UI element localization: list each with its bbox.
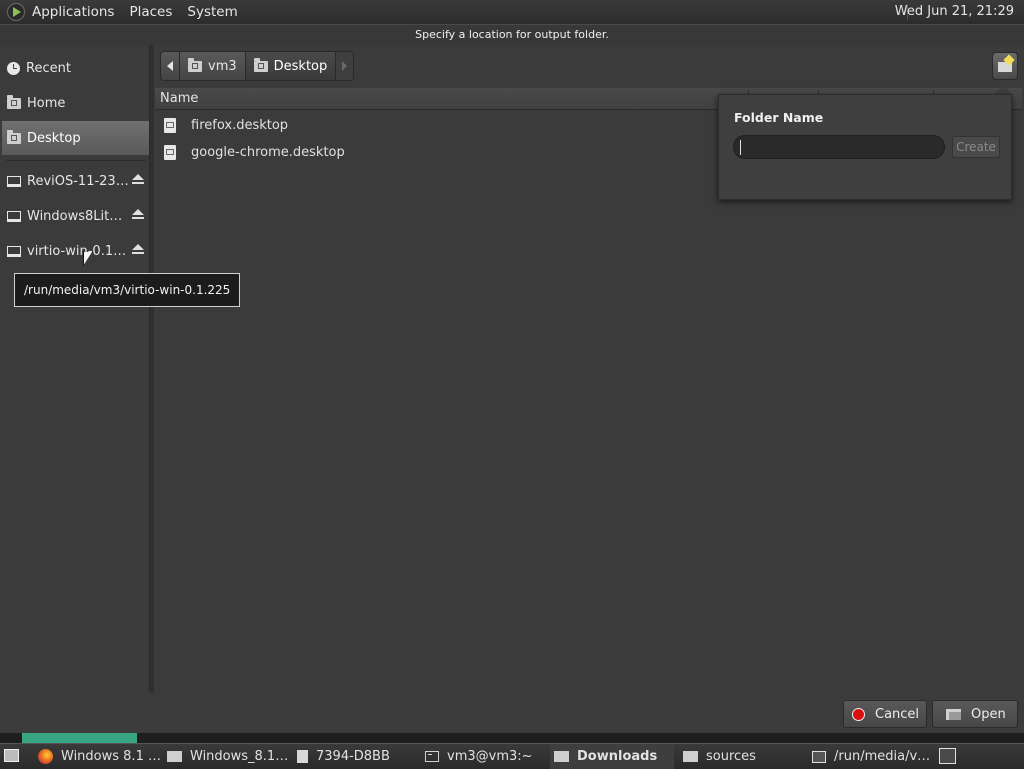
taskbar-item-sources[interactable]: sources [683, 744, 803, 769]
app-window-icon [812, 750, 826, 763]
sidebar-item-label: Recent [26, 60, 71, 76]
taskbar-item-label: vm3@vm3:~ [447, 749, 533, 764]
sidebar-item-label: Windows8Lit… [27, 208, 123, 224]
taskbar-item-downloads[interactable]: Downloads [550, 744, 674, 769]
drive-icon [7, 175, 21, 187]
taskbar: Windows 8.1 … Windows_8.1… 7394-D8BB vm3… [0, 743, 1024, 769]
taskbar-item-7394-d8bb[interactable]: 7394-D8BB [297, 744, 417, 769]
open-button[interactable]: Open [932, 700, 1018, 728]
cancel-button[interactable]: Cancel [843, 700, 927, 728]
taskbar-item-label: Downloads [577, 749, 658, 764]
taskbar-item-run-media[interactable]: /run/media/v… [812, 744, 934, 769]
taskbar-item-terminal[interactable]: vm3@vm3:~ [425, 744, 545, 769]
desktop-strip [0, 733, 1024, 743]
column-header-name[interactable]: Name [160, 91, 198, 106]
folder-icon [683, 751, 698, 762]
desktop-file-icon [164, 117, 176, 133]
clock[interactable]: Wed Jun 21, 21:29 [895, 4, 1014, 19]
list-item[interactable]: firefox.desktop [155, 112, 755, 138]
open-folder-icon [946, 708, 961, 720]
places-sidebar: Recent Home Desktop ReviOS-11-23… Window… [2, 45, 150, 692]
path-segment-vm3[interactable]: vm3 [179, 51, 245, 81]
desktop-file-icon [164, 144, 176, 160]
eject-icon[interactable] [132, 244, 144, 256]
sidebar-item-desktop[interactable]: Desktop [2, 121, 149, 155]
cancel-label: Cancel [875, 706, 920, 722]
eject-icon[interactable] [132, 209, 144, 221]
sidebar-item-windows8lite[interactable]: Windows8Lit… [2, 199, 149, 233]
dialog-title: Specify a location for output folder. [0, 24, 1024, 45]
sidebar-item-recent[interactable]: Recent [2, 51, 149, 85]
sidebar-item-virtio-win[interactable]: virtio-win-0.1… [2, 234, 149, 268]
arrow-left-icon [167, 61, 173, 71]
applications-logo-icon[interactable] [7, 3, 25, 21]
desktop-folder-icon [253, 57, 268, 72]
desktop-folder-icon [7, 129, 21, 144]
sidebar-separator [6, 160, 146, 161]
folder-icon [297, 750, 308, 763]
taskbar-item-windows81-firefox[interactable]: Windows 8.1 … [38, 744, 160, 769]
folder-icon [554, 751, 569, 762]
sidebar-item-label: Desktop [27, 130, 81, 146]
open-label: Open [971, 706, 1006, 722]
folder-icon [167, 751, 182, 762]
taskbar-item-label: sources [706, 749, 756, 764]
text-caret [740, 140, 741, 155]
menu-places[interactable]: Places [129, 4, 172, 20]
new-folder-popover: Folder Name Create [718, 94, 1012, 200]
drive-icon [7, 245, 21, 257]
create-button[interactable]: Create [952, 136, 1000, 158]
recent-clock-icon [7, 61, 20, 75]
arrow-right-icon [342, 61, 348, 71]
eject-icon[interactable] [132, 174, 144, 186]
taskbar-item-label: Windows_8.1… [190, 749, 289, 764]
cancel-icon [852, 707, 865, 721]
path-forward-button[interactable] [335, 51, 355, 81]
folder-name-input[interactable] [733, 135, 945, 159]
sidebar-item-label: virtio-win-0.1… [27, 243, 127, 259]
file-name: firefox.desktop [191, 117, 289, 133]
menu-system[interactable]: System [187, 4, 237, 20]
sidebar-item-revios[interactable]: ReviOS-11-23… [2, 164, 149, 198]
list-item[interactable]: google-chrome.desktop [155, 139, 755, 165]
create-folder-button[interactable] [992, 52, 1018, 80]
taskbar-item-label: Windows 8.1 … [61, 749, 160, 764]
home-folder-icon [188, 57, 202, 72]
workspace-thumbnail[interactable] [22, 733, 137, 743]
sidebar-item-label: Home [27, 95, 66, 111]
path-back-button[interactable] [160, 51, 179, 81]
taskbar-item-windows81-folder[interactable]: Windows_8.1… [167, 744, 291, 769]
taskbar-item-label: /run/media/v… [834, 749, 931, 764]
file-name: google-chrome.desktop [191, 144, 345, 160]
path-bar: vm3 Desktop [160, 51, 355, 81]
sidebar-resize-handle[interactable] [150, 45, 154, 693]
path-segment-label: vm3 [208, 58, 237, 74]
taskbar-item-label: 7394-D8BB [316, 749, 390, 764]
top-panel: Applications Places System Wed Jun 21, 2… [0, 0, 1024, 24]
sidebar-item-home[interactable]: Home [2, 86, 149, 120]
home-folder-icon [7, 94, 21, 109]
menu-applications[interactable]: Applications [32, 4, 114, 20]
firefox-icon [38, 749, 53, 764]
path-segment-desktop[interactable]: Desktop [244, 51, 336, 81]
tooltip: /run/media/vm3/virtio-win-0.1.225 [14, 273, 240, 307]
terminal-icon [425, 751, 439, 762]
folder-name-label: Folder Name [734, 110, 824, 125]
tray-app-icon[interactable] [939, 748, 956, 764]
path-segment-label: Desktop [273, 58, 328, 74]
sidebar-item-label: ReviOS-11-23… [27, 173, 129, 189]
show-desktop-icon[interactable] [4, 749, 19, 762]
mouse-cursor-icon [83, 252, 92, 266]
drive-icon [7, 210, 21, 222]
